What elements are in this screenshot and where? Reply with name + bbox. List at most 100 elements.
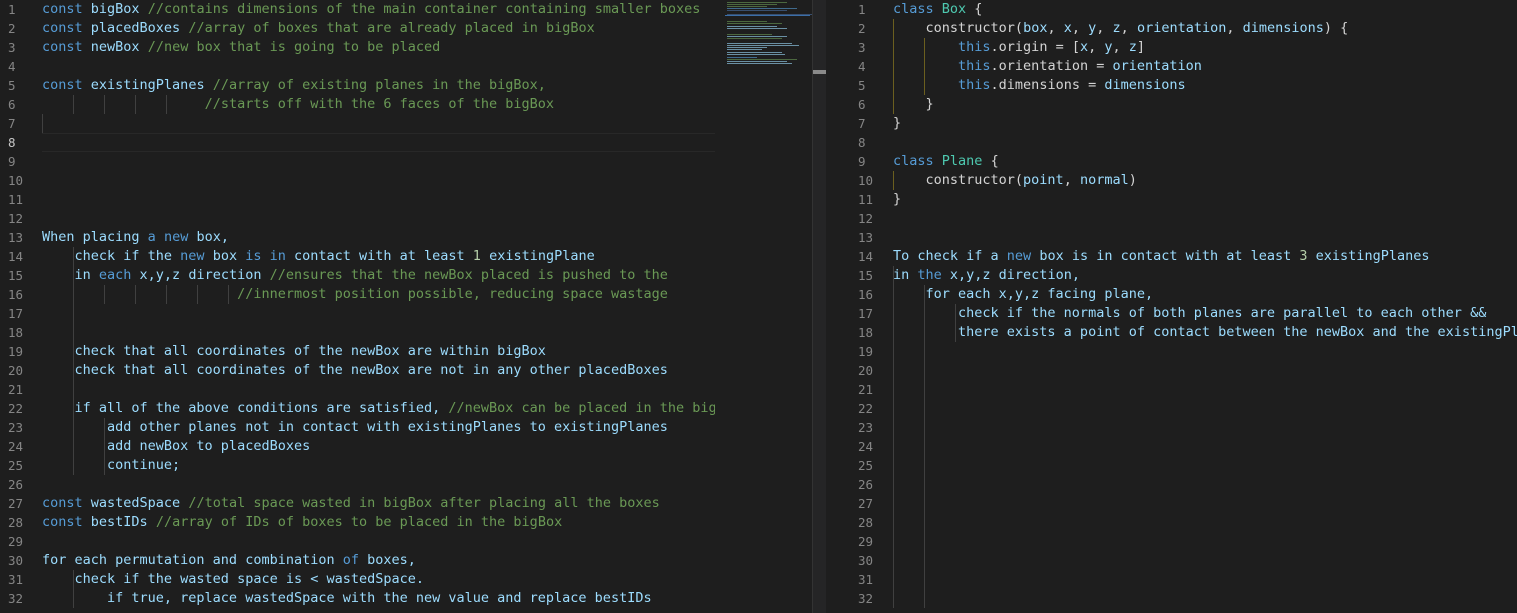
- code-line[interactable]: 9 class Plane {: [826, 152, 1517, 171]
- code-text[interactable]: When placing a new box,: [42, 228, 229, 247]
- code-line[interactable]: 27: [826, 494, 1517, 513]
- code-text[interactable]: there exists a point of contact between …: [893, 323, 1517, 342]
- code-line[interactable]: 6 }: [826, 95, 1517, 114]
- code-text[interactable]: constructor(point, normal): [893, 171, 1137, 190]
- code-line[interactable]: 1 class Box {: [826, 0, 1517, 19]
- code-text[interactable]: const bigBox //contains dimensions of th…: [42, 0, 700, 19]
- code-line[interactable]: 12: [826, 209, 1517, 228]
- code-line[interactable]: 2 constructor(box, x, y, z, orientation,…: [826, 19, 1517, 38]
- code-line[interactable]: 2 const placedBoxes //array of boxes that…: [0, 19, 715, 38]
- code-text[interactable]: in the x,y,z direction,: [893, 266, 1080, 285]
- code-text[interactable]: for each permutation and combination of …: [42, 551, 416, 570]
- code-line[interactable]: 13: [826, 228, 1517, 247]
- code-line[interactable]: 16 //innermost position possible, reduci…: [0, 285, 715, 304]
- left-editor-pane[interactable]: 1 const bigBox //contains dimensions of t…: [0, 0, 715, 613]
- code-line[interactable]: 28 const bestIDs //array of IDs of boxes …: [0, 513, 715, 532]
- code-text[interactable]: if all of the above conditions are satis…: [42, 399, 716, 418]
- code-text[interactable]: check that all coordinates of the newBox…: [42, 361, 668, 380]
- code-text[interactable]: class Box {: [893, 0, 982, 19]
- code-line[interactable]: 8: [826, 133, 1517, 152]
- code-line[interactable]: 32 if true, replace wastedSpace with the…: [0, 589, 715, 608]
- code-line[interactable]: 23 add other planes not in contact with …: [0, 418, 715, 437]
- code-line[interactable]: 18: [0, 323, 715, 342]
- code-text[interactable]: const bestIDs //array of IDs of boxes to…: [42, 513, 562, 532]
- code-line[interactable]: 4 this.orientation = orientation: [826, 57, 1517, 76]
- code-text[interactable]: in each x,y,z direction //ensures that t…: [42, 266, 668, 285]
- code-line[interactable]: 1 const bigBox //contains dimensions of t…: [0, 0, 715, 19]
- code-line[interactable]: 15 in each x,y,z direction //ensures tha…: [0, 266, 715, 285]
- code-text[interactable]: add other planes not in contact with exi…: [42, 418, 668, 437]
- code-text[interactable]: check that all coordinates of the newBox…: [42, 342, 546, 361]
- code-line[interactable]: 27 const wastedSpace //total space wasted…: [0, 494, 715, 513]
- code-text[interactable]: class Plane {: [893, 152, 999, 171]
- code-line[interactable]: 26: [0, 475, 715, 494]
- code-line[interactable]: 23: [826, 418, 1517, 437]
- code-text[interactable]: for each x,y,z facing plane,: [893, 285, 1154, 304]
- code-line[interactable]: 10: [0, 171, 715, 190]
- scrollbar-thumb[interactable]: [813, 70, 827, 74]
- code-text[interactable]: this.dimensions = dimensions: [893, 76, 1186, 95]
- code-line[interactable]: 11}: [826, 190, 1517, 209]
- code-line[interactable]: 24 add newBox to placedBoxes: [0, 437, 715, 456]
- code-text[interactable]: check if the normals of both planes are …: [893, 304, 1486, 323]
- code-line[interactable]: 18 there exists a point of contact betwe…: [826, 323, 1517, 342]
- code-line[interactable]: 14 To check if a new box is in contact wi…: [826, 247, 1517, 266]
- code-line[interactable]: 19 check that all coordinates of the new…: [0, 342, 715, 361]
- code-line[interactable]: 9: [0, 152, 715, 171]
- code-line[interactable]: 20: [826, 361, 1517, 380]
- code-text[interactable]: //starts off with the 6 faces of the big…: [42, 95, 555, 114]
- code-line[interactable]: 7: [0, 114, 715, 133]
- code-line[interactable]: 7}: [826, 114, 1517, 133]
- code-line[interactable]: 8: [0, 133, 715, 152]
- code-line[interactable]: 17: [0, 304, 715, 323]
- code-line[interactable]: 21: [826, 380, 1517, 399]
- code-line[interactable]: 13 When placing a new box,: [0, 228, 715, 247]
- code-line[interactable]: 11: [0, 190, 715, 209]
- code-text[interactable]: constructor(box, x, y, z, orientation, d…: [893, 19, 1349, 38]
- code-text[interactable]: if true, replace wastedSpace with the ne…: [42, 589, 652, 608]
- code-line[interactable]: 3 this.origin = [x, y, z]: [826, 38, 1517, 57]
- code-line[interactable]: 32: [826, 589, 1517, 608]
- code-line[interactable]: 17 check if the normals of both planes a…: [826, 304, 1517, 323]
- code-text[interactable]: }: [893, 114, 901, 133]
- code-line[interactable]: 12: [0, 209, 715, 228]
- code-line[interactable]: 29: [0, 532, 715, 551]
- code-text[interactable]: const placedBoxes //array of boxes that …: [42, 19, 595, 38]
- code-text[interactable]: const existingPlanes //array of existing…: [42, 76, 546, 95]
- code-text[interactable]: const wastedSpace //total space wasted i…: [42, 494, 660, 513]
- code-text[interactable]: this.origin = [x, y, z]: [893, 38, 1145, 57]
- code-line[interactable]: 31: [826, 570, 1517, 589]
- code-line[interactable]: 31 check if the wasted space is < wasted…: [0, 570, 715, 589]
- code-line[interactable]: 30: [826, 551, 1517, 570]
- code-text[interactable]: const newBox //new box that is going to …: [42, 38, 440, 57]
- code-text[interactable]: }: [893, 95, 934, 114]
- code-text[interactable]: add newBox to placedBoxes: [42, 437, 310, 456]
- vertical-scrollbar[interactable]: [812, 0, 827, 613]
- code-line[interactable]: 20 check that all coordinates of the new…: [0, 361, 715, 380]
- code-line[interactable]: 28: [826, 513, 1517, 532]
- code-line[interactable]: 29: [826, 532, 1517, 551]
- code-line[interactable]: 22 if all of the above conditions are sa…: [0, 399, 715, 418]
- minimap[interactable]: [715, 0, 812, 613]
- code-line[interactable]: 15 in the x,y,z direction,: [826, 266, 1517, 285]
- code-line[interactable]: 21: [0, 380, 715, 399]
- code-line[interactable]: 10 constructor(point, normal): [826, 171, 1517, 190]
- code-line[interactable]: 5 const existingPlanes //array of existin…: [0, 76, 715, 95]
- code-line[interactable]: 19: [826, 342, 1517, 361]
- code-line[interactable]: 22: [826, 399, 1517, 418]
- code-text[interactable]: continue;: [42, 456, 180, 475]
- code-line[interactable]: 26: [826, 475, 1517, 494]
- code-text[interactable]: check if the wasted space is < wastedSpa…: [42, 570, 425, 589]
- code-line[interactable]: 5 this.dimensions = dimensions: [826, 76, 1517, 95]
- code-line[interactable]: 4: [0, 57, 715, 76]
- right-editor-pane[interactable]: 1 class Box {2 constructor(box, x, y, z, …: [826, 0, 1517, 613]
- code-text[interactable]: check if the new box is in contact with …: [42, 247, 595, 266]
- code-text[interactable]: this.orientation = orientation: [893, 57, 1202, 76]
- code-line[interactable]: 14 check if the new box is in contact wi…: [0, 247, 715, 266]
- code-line[interactable]: 3 const newBox //new box that is going to…: [0, 38, 715, 57]
- code-line[interactable]: 16 for each x,y,z facing plane,: [826, 285, 1517, 304]
- code-text[interactable]: To check if a new box is in contact with…: [893, 247, 1429, 266]
- code-line[interactable]: 25 continue;: [0, 456, 715, 475]
- code-line[interactable]: 24: [826, 437, 1517, 456]
- code-line[interactable]: 6 //starts off with the 6 faces of the b…: [0, 95, 715, 114]
